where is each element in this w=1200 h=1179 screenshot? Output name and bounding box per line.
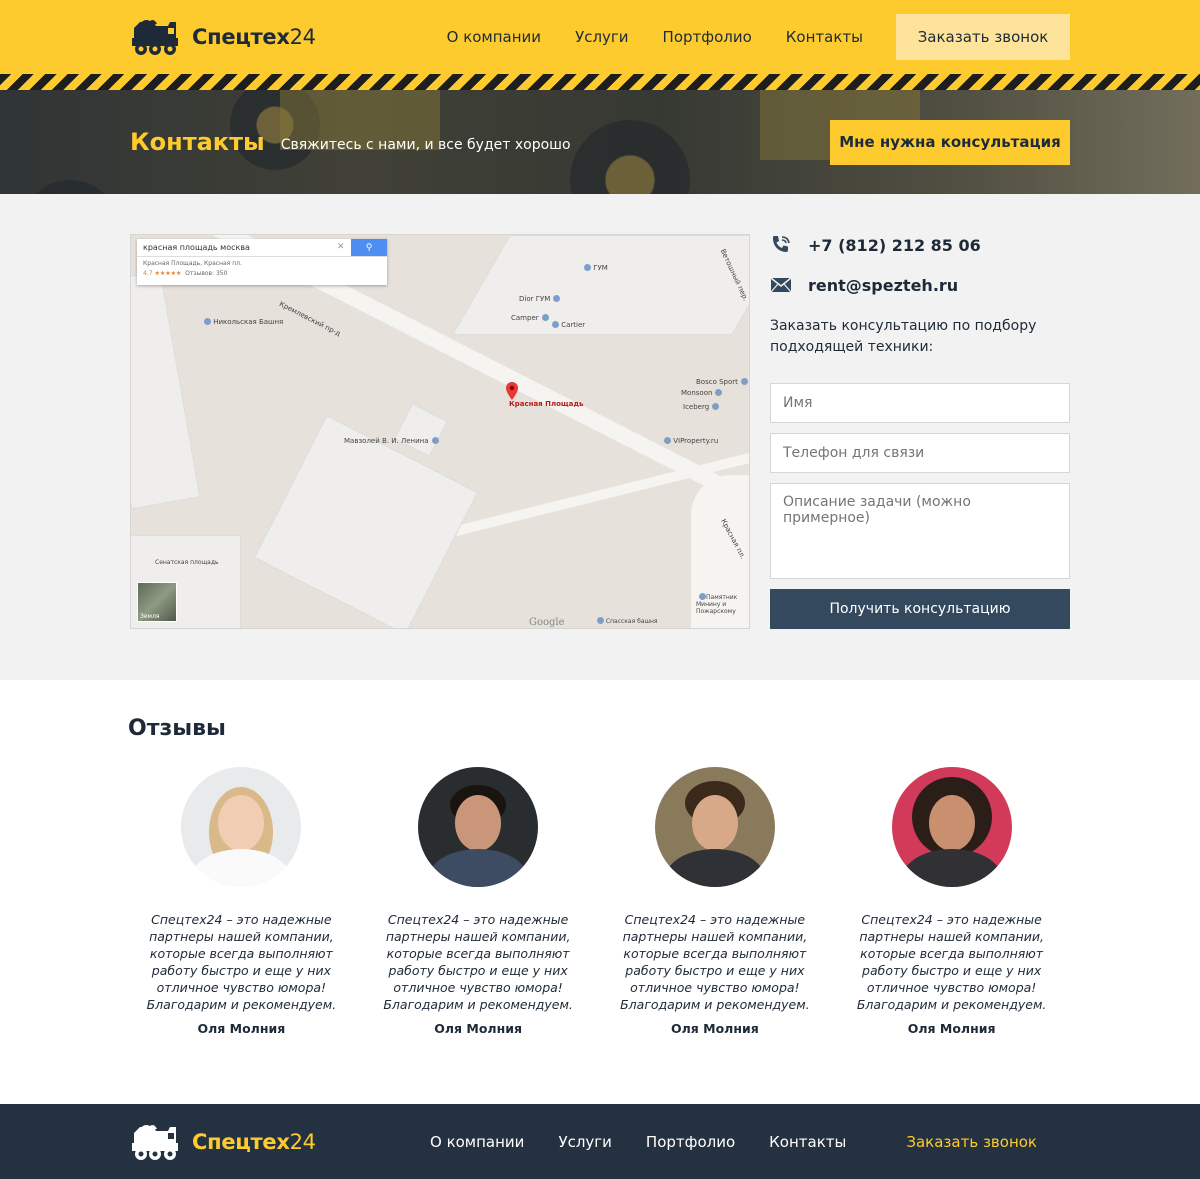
logo[interactable]: Спецтех24: [130, 18, 316, 56]
logo-text: Спецтех24: [192, 25, 316, 49]
footer-nav-item-about[interactable]: О компании: [430, 1133, 524, 1151]
hazard-stripe: [0, 74, 1200, 90]
truck-icon: [132, 20, 178, 55]
footer-order-call-link[interactable]: Заказать звонок: [906, 1133, 1037, 1151]
task-description-field[interactable]: [770, 483, 1070, 579]
get-consultation-button[interactable]: Получить консультацию: [770, 589, 1070, 629]
map-rating: 4,7 ★★★★★ Отзывов: 350: [143, 270, 228, 277]
mail-icon: [770, 277, 792, 293]
phone-field[interactable]: [770, 433, 1070, 473]
order-call-button[interactable]: Заказать звонок: [896, 14, 1070, 60]
map-earth-toggle[interactable]: Земля: [137, 582, 177, 622]
page-title: Контакты: [130, 128, 265, 156]
avatar: [418, 767, 539, 887]
google-logo: Google: [529, 617, 565, 628]
page-subtitle: Свяжитесь с нами, и все будет хорошо: [280, 137, 571, 153]
map-label-monsoon: Monsoon: [681, 389, 713, 397]
truck-icon: [132, 1124, 178, 1160]
footer-nav-item-contacts[interactable]: Контакты: [769, 1133, 846, 1151]
reviews-section: Отзывы Спецтех24 – это надежные партнеры…: [0, 680, 1200, 1104]
map-label-red-square: Красная Площадь: [509, 400, 584, 408]
footer-logo[interactable]: Спецтех24: [130, 1123, 316, 1161]
footer-nav-item-portfolio[interactable]: Портфолио: [646, 1133, 735, 1151]
main-nav: О компании Услуги Портфолио Контакты: [447, 28, 863, 46]
map-label-viproperty: VIProperty.ru: [673, 437, 719, 445]
review-card: Спецтех24 – это надежные партнеры нашей …: [597, 767, 834, 1036]
map-label-camper: Camper: [511, 314, 539, 322]
reviews-title: Отзывы: [128, 716, 226, 741]
name-field[interactable]: [770, 383, 1070, 423]
map-label-cartier: Cartier: [561, 321, 586, 329]
map-pin-icon[interactable]: [506, 382, 518, 400]
email-link[interactable]: rent@spezteh.ru: [808, 276, 958, 295]
map-label-mausoleum: Мавзолей В. И. Ленина: [344, 437, 429, 445]
site-header: Спецтех24 О компании Услуги Портфолио Ко…: [0, 0, 1200, 74]
review-text: Спецтех24 – это надежные партнеры нашей …: [856, 912, 1047, 1012]
nav-item-portfolio[interactable]: Портфолио: [663, 28, 752, 46]
map-label-gum: ГУМ: [593, 264, 608, 272]
contact-panel: +7 (812) 212 85 06 rent@spezteh.ru Заказ…: [770, 234, 1070, 629]
consult-text: Заказать консультацию по подбору подходя…: [770, 318, 1037, 355]
map-label-nikolskaya: Никольская Башня: [213, 318, 284, 326]
review-text: Спецтех24 – это надежные партнеры нашей …: [146, 912, 337, 1012]
review-card: Спецтех24 – это надежные партнеры нашей …: [360, 767, 597, 1036]
phone-row: +7 (812) 212 85 06: [770, 236, 1070, 255]
nav-item-contacts[interactable]: Контакты: [786, 28, 863, 46]
review-author: Оля Молния: [197, 1021, 286, 1036]
search-icon[interactable]: ⚲: [351, 239, 387, 256]
map[interactable]: ГУМ Dior ГУМ Camper Cartier Bosco Sport …: [130, 234, 750, 629]
review-text: Спецтех24 – это надежные партнеры нашей …: [383, 912, 573, 1012]
map-label-senate: Сенатская площадь: [155, 559, 219, 566]
map-label-bosco: Bosco Sport: [696, 378, 738, 386]
review-card: Спецтех24 – это надежные партнеры нашей …: [123, 767, 360, 1036]
map-label-spasskaya: Спасская башня: [605, 618, 658, 625]
map-search-input[interactable]: красная площадь москва: [137, 239, 337, 256]
review-author: Оля Молния: [907, 1021, 996, 1036]
nav-item-about[interactable]: О компании: [447, 28, 541, 46]
site-footer: Спецтех24 О компании Услуги Портфолио Ко…: [0, 1104, 1200, 1179]
review-author: Оля Молния: [670, 1021, 759, 1036]
reviews-list: Спецтех24 – это надежные партнеры нашей …: [123, 767, 1070, 1036]
map-label-kremlin-pr: Кремлевский пр-д: [277, 300, 342, 338]
email-row: rent@spezteh.ru: [770, 276, 1070, 295]
phone-link[interactable]: +7 (812) 212 85 06: [808, 236, 981, 255]
map-result[interactable]: Красная Площадь, Красная пл.: [137, 257, 387, 267]
avatar: [891, 767, 1012, 887]
review-author: Оля Молния: [434, 1021, 522, 1036]
review-text: Спецтех24 – это надежные партнеры нашей …: [620, 912, 810, 1012]
map-label-iceberg: Iceberg: [683, 403, 710, 411]
map-search-box: красная площадь москва ✕ ⚲ Красная Площа…: [137, 239, 387, 285]
need-consultation-button[interactable]: Мне нужна консультация: [830, 119, 1070, 165]
map-label-dior: Dior ГУМ: [519, 295, 551, 303]
avatar: [181, 767, 302, 887]
phone-icon: [773, 236, 790, 252]
footer-nav-item-services[interactable]: Услуги: [558, 1133, 611, 1151]
avatar: [654, 767, 775, 887]
footer-nav: О компании Услуги Портфолио Контакты: [430, 1133, 846, 1151]
hero-banner: Контакты Свяжитесь с нами, и все будет х…: [0, 90, 1200, 194]
close-icon[interactable]: ✕: [337, 239, 351, 256]
nav-item-services[interactable]: Услуги: [575, 28, 628, 46]
contacts-section: ГУМ Dior ГУМ Camper Cartier Bosco Sport …: [0, 194, 1200, 680]
review-card: Спецтех24 – это надежные партнеры нашей …: [833, 767, 1070, 1036]
footer-logo-text: Спецтех24: [192, 1129, 316, 1154]
